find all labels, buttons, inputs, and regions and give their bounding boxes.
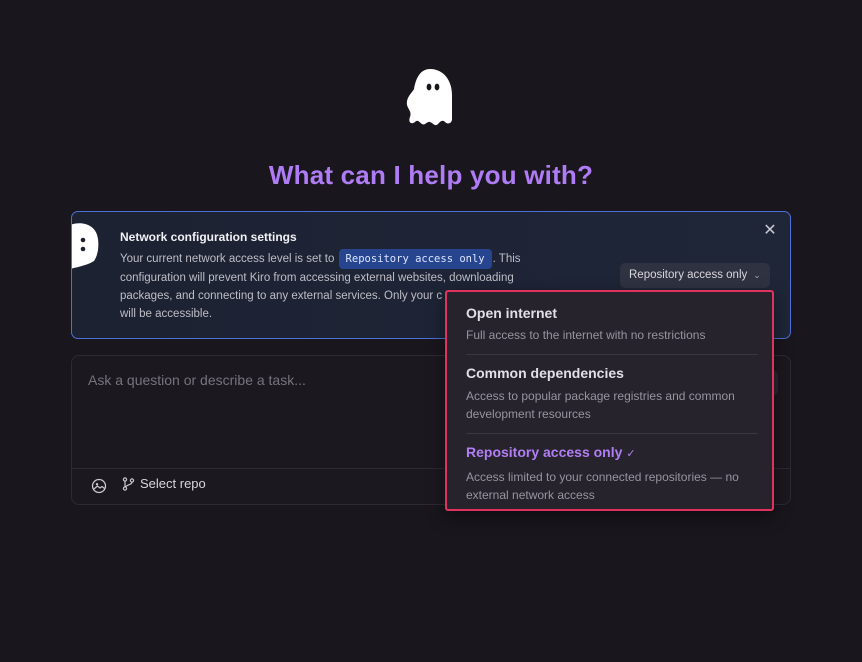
option-common-dependencies[interactable]: Common dependencies Access to popular pa… [466, 364, 758, 423]
select-repo-button[interactable]: Select repo [122, 476, 206, 491]
current-level-pill: Repository access only [338, 249, 492, 269]
close-button[interactable]: ✕ [762, 223, 778, 239]
option-description: Full access to the internet with no rest… [466, 328, 706, 342]
chevron-down-icon: ⌄ [753, 270, 761, 280]
banner-text: Your current network access level is set… [120, 253, 338, 265]
page-title: What can I help you with? [268, 160, 594, 190]
network-access-dropdown: Open internet Full access to the interne… [445, 290, 774, 511]
divider [466, 433, 758, 434]
check-icon: ✓ [626, 448, 636, 460]
option-title-text: Repository access only [466, 444, 623, 460]
banner-text: configuration will prevent Kiro from acc… [120, 272, 514, 284]
task-input[interactable] [88, 372, 448, 388]
git-branch-icon [122, 476, 135, 491]
page: What can I help you with? Network config… [0, 0, 862, 662]
option-description: Access limited to your connected reposit… [466, 470, 739, 502]
select-repo-label: Select repo [140, 476, 206, 491]
divider [466, 354, 758, 355]
option-title: Common dependencies [466, 365, 624, 381]
option-title: Open internet [466, 305, 558, 321]
option-repository-access-only[interactable]: Repository access only ✓ Access limited t… [466, 443, 758, 504]
kiro-ghost-logo [406, 69, 452, 126]
banner-text: will be accessible. [120, 308, 213, 320]
option-description: Access to popular package registries and… [466, 389, 735, 421]
network-access-select[interactable]: Repository access only ⌄ [620, 263, 770, 288]
banner-text: packages, and connecting to any external… [120, 290, 443, 302]
banner-text: . This [492, 253, 521, 265]
option-open-internet[interactable]: Open internet Full access to the interne… [466, 304, 758, 344]
close-icon: ✕ [763, 222, 777, 239]
ghost-icon [72, 223, 99, 269]
image-attach-icon[interactable] [91, 478, 107, 494]
select-value: Repository access only [629, 269, 748, 281]
option-title: Repository access only ✓ [466, 443, 758, 463]
banner-title: Network configuration settings [120, 230, 297, 244]
